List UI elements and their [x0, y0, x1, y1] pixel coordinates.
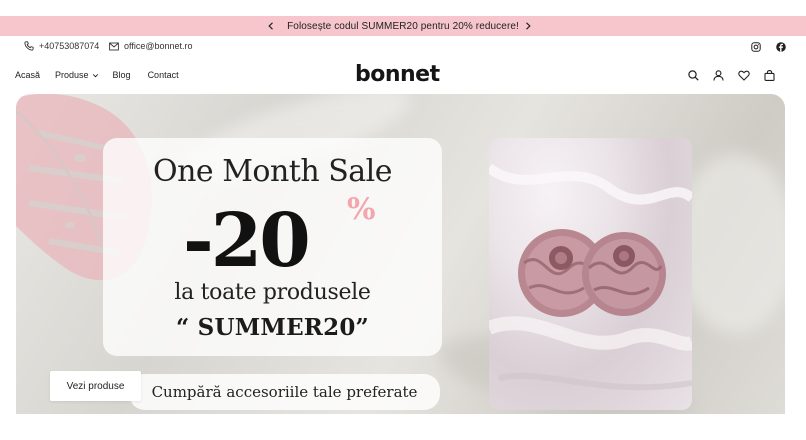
- nav-link-contact[interactable]: Contact: [148, 70, 179, 80]
- nav-link-acasa[interactable]: Acasă: [15, 70, 40, 80]
- facebook-icon[interactable]: [776, 42, 786, 52]
- bag-icon[interactable]: [764, 70, 775, 81]
- promo-code: “ SUMMER20”: [176, 314, 369, 341]
- hero-banner: One Month Sale -20 % la toate produsele …: [16, 94, 785, 414]
- instagram-icon[interactable]: [751, 42, 761, 52]
- announcement-text: Folosește codul SUMMER20 pentru 20% redu…: [287, 20, 519, 32]
- sale-card: One Month Sale -20 % la toate produsele …: [103, 138, 442, 356]
- chevron-down-icon[interactable]: [92, 70, 99, 80]
- announcement-bar: Folosește codul SUMMER20 pentru 20% redu…: [0, 16, 806, 36]
- percent-sign: %: [347, 192, 376, 227]
- heart-icon[interactable]: [738, 70, 750, 81]
- discount-value: -20: [183, 198, 311, 284]
- site-logo[interactable]: bonnet: [355, 62, 440, 87]
- sale-title: One Month Sale: [152, 154, 393, 189]
- contact-bar: +40753087074 office@bonnet.ro: [0, 36, 806, 58]
- view-products-button[interactable]: Vezi produse: [50, 371, 141, 401]
- account-icon[interactable]: [713, 70, 724, 81]
- chevron-right-icon[interactable]: [518, 16, 538, 36]
- email-link[interactable]: office@bonnet.ro: [109, 41, 193, 51]
- tagline-pill: Cumpără accesoriile tale preferate: [129, 374, 440, 410]
- scrunchies-image: [489, 163, 692, 391]
- phone-number: +40753087074: [39, 41, 100, 51]
- product-photo: [489, 138, 692, 410]
- sale-subtitle: la toate produsele: [174, 280, 371, 305]
- phone-icon: [24, 41, 34, 51]
- phone-link[interactable]: +40753087074: [24, 41, 99, 51]
- mail-icon: [109, 42, 119, 50]
- chevron-left-icon[interactable]: [261, 16, 281, 36]
- nav-link-produse[interactable]: Produse: [55, 70, 89, 80]
- nav-link-blog[interactable]: Blog: [113, 70, 131, 80]
- email-address: office@bonnet.ro: [124, 41, 193, 51]
- search-icon[interactable]: [688, 70, 699, 81]
